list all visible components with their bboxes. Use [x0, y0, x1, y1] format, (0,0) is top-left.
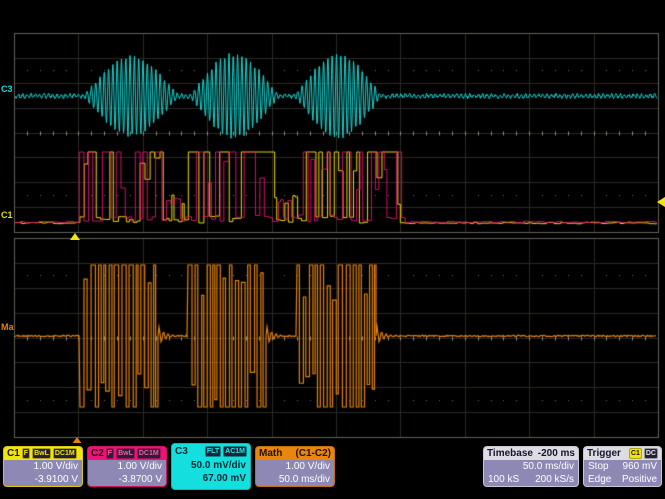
c2-badge-f: F	[106, 448, 114, 459]
trigger-type: Edge	[588, 473, 611, 486]
c1-offset: -3.9100 V	[8, 473, 78, 486]
math-values: 1.00 V/div 50.0 ms/div	[256, 460, 334, 486]
c1-name: C1	[7, 448, 20, 459]
trigger-slope: Positive	[622, 473, 657, 486]
c2-values: 1.00 V/div -3.8700 V	[88, 460, 166, 486]
timebase-sampling: 100 kS 200 kS/s	[484, 473, 578, 486]
math-name: Math	[259, 448, 282, 459]
oscilloscope-screen: File Vertical Timebase Trigger Display C…	[0, 0, 665, 499]
math-descriptor[interactable]: Math (C1-C2) 1.00 V/div 50.0 ms/div	[255, 446, 335, 487]
channel-descriptor-c3-selected[interactable]: C3 FLT AC1M 50.0 mV/div 67.00 mV	[171, 443, 251, 490]
c3-header: C3 FLT AC1M	[172, 444, 250, 459]
timebase-time-per-div: 50.0 ms/div	[488, 460, 574, 473]
c2-name: C2	[91, 448, 104, 459]
c3-badge-ac1m: AC1M	[223, 446, 247, 457]
c1-volts-per-div: 1.00 V/div	[8, 460, 78, 473]
status-bar: C1 F BwL DC1M 1.00 V/div -3.9100 V C2 F …	[0, 443, 665, 499]
channel-descriptor-c2[interactable]: C2 F BwL DC1M 1.00 V/div -3.8700 V	[87, 446, 167, 487]
timebase-sample-rate: 200 kS/s	[535, 473, 574, 486]
c1-header: C1 F BwL DC1M	[4, 447, 82, 460]
trigger-header: Trigger C1 DC	[584, 447, 661, 460]
c3-volts-per-div: 50.0 mV/div	[176, 459, 246, 472]
trace-label-c3[interactable]: C3	[1, 84, 14, 94]
c2-offset: -3.8700 V	[92, 473, 162, 486]
trigger-descriptor[interactable]: Trigger C1 DC Stop 960 mV Edge Positive	[583, 446, 662, 487]
c1-badge-f: F	[22, 448, 30, 459]
c1-badge-dc1m: DC1M	[53, 448, 77, 459]
trace-label-math[interactable]: Math	[1, 322, 14, 332]
channel-descriptor-c1[interactable]: C1 F BwL DC1M 1.00 V/div -3.9100 V	[3, 446, 83, 487]
trigger-title: Trigger	[587, 448, 621, 459]
trigger-row-2: Edge Positive	[584, 473, 661, 486]
trigger-row-1: Stop 960 mV	[584, 460, 661, 473]
trace-label-c1[interactable]: C1	[1, 210, 14, 220]
c3-badge-flt: FLT	[205, 446, 221, 457]
waveform-display	[0, 0, 665, 443]
c2-badge-bwl: BwL	[116, 448, 135, 459]
c3-values: 50.0 mV/div 67.00 mV	[172, 459, 250, 485]
c3-offset: 67.00 mV	[176, 472, 246, 485]
trigger-mode: Stop	[588, 460, 609, 473]
c3-name: C3	[175, 446, 188, 457]
trigger-level: 960 mV	[623, 460, 657, 473]
timebase-title: Timebase	[487, 448, 533, 459]
c1-badge-bwl: BwL	[32, 448, 51, 459]
trigger-position-marker-top[interactable]	[70, 233, 80, 240]
trigger-source-badge: C1	[629, 448, 642, 459]
c2-header: C2 F BwL DC1M	[88, 447, 166, 460]
timebase-samples: 100 kS	[488, 473, 519, 486]
c2-volts-per-div: 1.00 V/div	[92, 460, 162, 473]
c2-badge-dc1m: DC1M	[137, 448, 161, 459]
math-time-per-div: 50.0 ms/div	[260, 473, 330, 486]
math-volts-per-div: 1.00 V/div	[260, 460, 330, 473]
math-function: (C1-C2)	[295, 448, 331, 459]
timebase-descriptor[interactable]: Timebase -200 ms 50.0 ms/div 100 kS 200 …	[483, 446, 579, 487]
trigger-level-marker[interactable]	[657, 197, 665, 207]
timebase-delay: -200 ms	[538, 448, 575, 459]
math-header: Math (C1-C2)	[256, 447, 334, 460]
c1-values: 1.00 V/div -3.9100 V	[4, 460, 82, 486]
timebase-header: Timebase -200 ms	[484, 447, 578, 460]
timebase-scale: 50.0 ms/div	[484, 460, 578, 473]
trigger-coupling-badge: DC	[644, 448, 658, 459]
